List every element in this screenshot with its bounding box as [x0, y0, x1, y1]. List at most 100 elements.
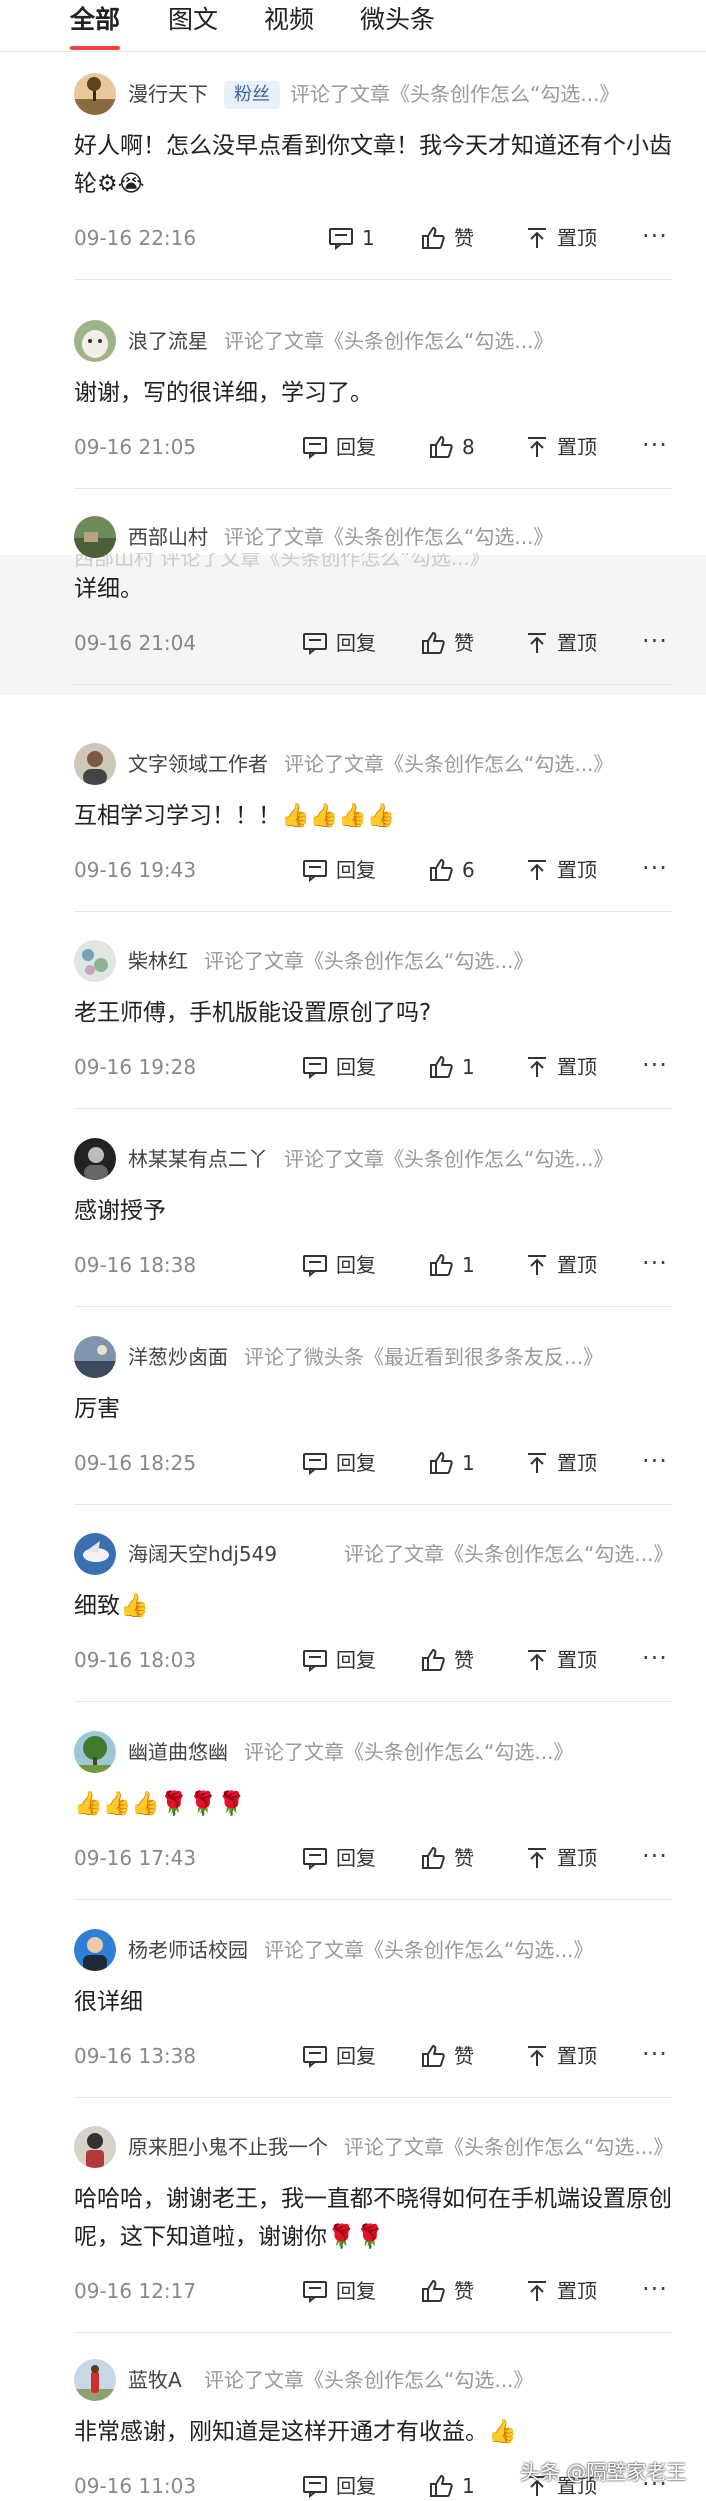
- comment-author[interactable]: 浪了流星: [128, 326, 208, 356]
- reply-button[interactable]: 回复: [302, 1843, 376, 1873]
- pin-top-button[interactable]: 置顶: [525, 1843, 597, 1873]
- like-label: 1: [462, 2474, 475, 2498]
- avatar[interactable]: [74, 320, 116, 362]
- comment-time: 09-16 17:43: [74, 1846, 197, 1870]
- comment-time: 09-16 21:05: [74, 435, 197, 459]
- pin-top-button[interactable]: 置顶: [525, 2276, 597, 2306]
- like-label: 8: [462, 435, 475, 459]
- comment-target-link[interactable]: 评论了文章《头条创作怎么“勾选...》: [344, 2132, 673, 2162]
- pin-top-button[interactable]: 置顶: [525, 432, 597, 462]
- avatar[interactable]: [74, 743, 116, 785]
- pin-top-button[interactable]: 置顶: [525, 1250, 597, 1280]
- like-button[interactable]: 1: [428, 1052, 475, 1082]
- like-button[interactable]: 1: [428, 1448, 475, 1478]
- comment-author[interactable]: 漫行天下: [128, 79, 208, 109]
- pin-top-button[interactable]: 置顶: [525, 855, 597, 885]
- comment-divider: [74, 488, 672, 489]
- more-options-button[interactable]: ···: [642, 430, 668, 460]
- pin-top-button[interactable]: 置顶: [525, 628, 597, 658]
- more-options-button[interactable]: ···: [642, 853, 668, 883]
- like-button[interactable]: 赞: [420, 1843, 474, 1873]
- comment-author[interactable]: 西部山村: [128, 522, 208, 552]
- like-button[interactable]: 1: [428, 2471, 475, 2501]
- more-options-button[interactable]: ···: [642, 1248, 668, 1278]
- comment-target-link[interactable]: 评论了文章《头条创作怎么“勾选...》: [344, 1539, 673, 1569]
- reply-button[interactable]: 回复: [302, 2471, 376, 2501]
- comment-author[interactable]: 柴林红: [128, 946, 188, 976]
- comment-text: 互相学习学习！！！👍👍👍👍: [74, 803, 396, 829]
- reply-button[interactable]: 回复: [302, 1250, 376, 1280]
- comment-divider: [74, 684, 672, 685]
- like-button[interactable]: 赞: [420, 628, 474, 658]
- like-button[interactable]: 赞: [420, 1645, 474, 1675]
- comment-author[interactable]: 杨老师话校园: [128, 1935, 248, 1965]
- more-options-button[interactable]: ···: [642, 1841, 668, 1871]
- reply-label: 回复: [336, 1451, 376, 1475]
- tab-micro-posts[interactable]: 微头条: [360, 0, 435, 40]
- reply-button[interactable]: 回复: [302, 1052, 376, 1082]
- reply-button[interactable]: 1: [328, 223, 375, 253]
- more-options-button[interactable]: ···: [642, 2274, 668, 2304]
- reply-button[interactable]: 回复: [302, 855, 376, 885]
- avatar[interactable]: [74, 516, 116, 558]
- tab-videos[interactable]: 视频: [264, 0, 314, 40]
- avatar[interactable]: [74, 1336, 116, 1378]
- avatar[interactable]: [74, 1138, 116, 1180]
- avatar[interactable]: [74, 2126, 116, 2168]
- pin-top-button[interactable]: 置顶: [525, 1645, 597, 1675]
- reply-button[interactable]: 回复: [302, 1645, 376, 1675]
- reply-button[interactable]: 回复: [302, 628, 376, 658]
- avatar[interactable]: [74, 2359, 116, 2401]
- reply-button[interactable]: 回复: [302, 2276, 376, 2306]
- avatar[interactable]: [74, 940, 116, 982]
- like-button[interactable]: 6: [428, 855, 475, 885]
- avatar[interactable]: [74, 73, 116, 115]
- comment-target-link[interactable]: 评论了文章《头条创作怎么“勾选...》: [284, 1144, 613, 1174]
- more-options-button[interactable]: ···: [642, 2039, 668, 2069]
- tab-all[interactable]: 全部: [70, 0, 120, 40]
- avatar[interactable]: [74, 1533, 116, 1575]
- comment-target-link[interactable]: 评论了微头条《最近看到很多条友反...》: [244, 1342, 603, 1372]
- reply-button[interactable]: 回复: [302, 1448, 376, 1478]
- comment-author[interactable]: 海阔天空hdj549: [128, 1539, 277, 1569]
- more-options-button[interactable]: ···: [642, 221, 668, 251]
- thumbs-up-icon: [430, 2475, 453, 2497]
- comment-target-link[interactable]: 评论了文章《头条创作怎么“勾选...》: [204, 2365, 533, 2395]
- comment-target-link[interactable]: 评论了文章《头条创作怎么“勾选...》: [204, 946, 533, 976]
- more-options-button[interactable]: ···: [642, 1446, 668, 1476]
- reply-button[interactable]: 回复: [302, 2041, 376, 2071]
- like-button[interactable]: 赞: [420, 2276, 474, 2306]
- more-options-button[interactable]: ···: [642, 626, 668, 656]
- comment-target-link[interactable]: 评论了文章《头条创作怎么“勾选...》: [264, 1935, 593, 1965]
- pin-top-label: 置顶: [557, 226, 597, 250]
- pin-top-button[interactable]: 置顶: [525, 223, 597, 253]
- pin-top-button[interactable]: 置顶: [525, 1448, 597, 1478]
- avatar[interactable]: [74, 1929, 116, 1971]
- pin-top-button[interactable]: 置顶: [525, 2041, 597, 2071]
- comment-author[interactable]: 文字领域工作者: [128, 749, 268, 779]
- comment-author[interactable]: 林某某有点二丫: [128, 1144, 268, 1174]
- reply-label: 回复: [336, 631, 376, 655]
- reply-button[interactable]: 回复: [302, 432, 376, 462]
- pin-top-button[interactable]: 置顶: [525, 1052, 597, 1082]
- tab-articles[interactable]: 图文: [168, 0, 218, 40]
- like-button[interactable]: 赞: [420, 223, 474, 253]
- comment-divider: [74, 1701, 672, 1702]
- like-button[interactable]: 8: [428, 432, 475, 462]
- comment-target-link[interactable]: 评论了文章《头条创作怎么“勾选...》: [284, 749, 613, 779]
- avatar[interactable]: [74, 1731, 116, 1773]
- pin-top-icon: [528, 2281, 546, 2301]
- more-options-button[interactable]: ···: [642, 1643, 668, 1673]
- comment-author[interactable]: 洋葱炒卤面: [128, 1342, 228, 1372]
- comment-target-link[interactable]: 评论了文章《头条创作怎么“勾选...》: [224, 326, 553, 356]
- comment-target-link[interactable]: 评论了文章《头条创作怎么“勾选...》: [290, 79, 619, 109]
- like-button[interactable]: 1: [428, 1250, 475, 1280]
- more-options-button[interactable]: ···: [642, 1050, 668, 1080]
- comment-author[interactable]: 幽道曲悠幽: [128, 1737, 228, 1767]
- comment-author[interactable]: 原来胆小鬼不止我一个: [128, 2132, 328, 2162]
- comment-target-link[interactable]: 评论了文章《头条创作怎么“勾选...》: [244, 1737, 573, 1767]
- like-button[interactable]: 赞: [420, 2041, 474, 2071]
- comment-author[interactable]: 蓝牧A: [128, 2365, 182, 2395]
- comment-target-link[interactable]: 评论了文章《头条创作怎么“勾选...》: [224, 522, 553, 552]
- pin-top-label: 置顶: [557, 858, 597, 882]
